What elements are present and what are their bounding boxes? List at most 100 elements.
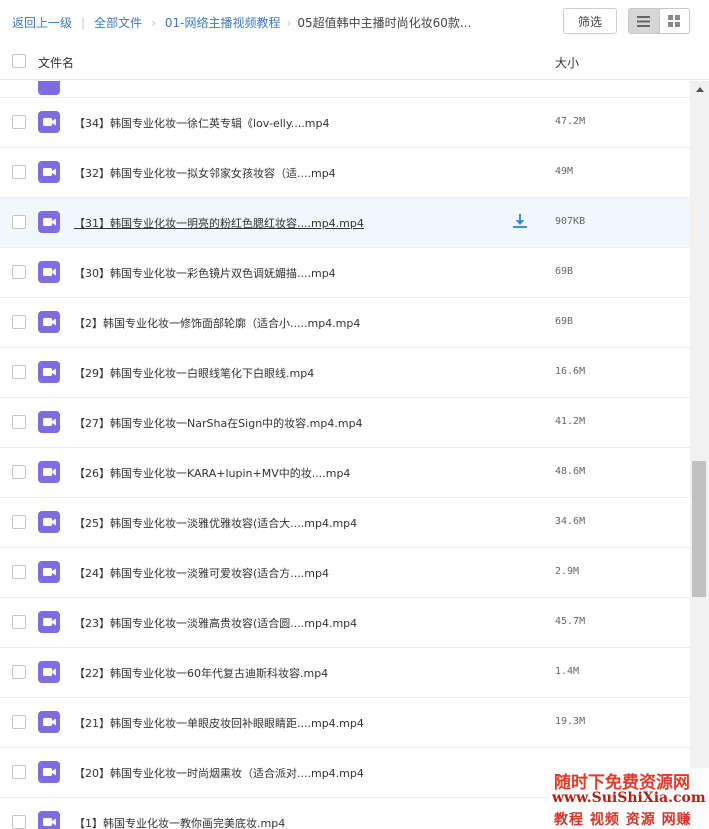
- file-name[interactable]: 【29】韩国专业化妆一白眼线笔化下白眼线.mp4: [74, 365, 314, 381]
- row-checkbox[interactable]: [12, 365, 26, 379]
- back-link[interactable]: 返回上一级: [12, 14, 72, 31]
- breadcrumb-separator: |: [81, 15, 86, 30]
- row-checkbox[interactable]: [12, 665, 26, 679]
- file-name[interactable]: 【31】韩国专业化妆一明亮的粉红色腮红妆容....mp4.mp4: [74, 215, 364, 231]
- file-name[interactable]: 【32】韩国专业化妆一拟女邻家女孩妆容（适....mp4: [74, 165, 336, 181]
- row-checkbox[interactable]: [12, 315, 26, 329]
- file-name[interactable]: 【34】韩国专业化妆一徐仁英专辑《lov-elly....mp4: [74, 115, 329, 131]
- grid-view-button[interactable]: [658, 9, 690, 33]
- list-item[interactable]: 【34】韩国专业化妆一徐仁英专辑《lov-elly....mp4 47.2M: [0, 98, 690, 148]
- list-item[interactable]: 【24】韩国专业化妆一淡雅可爱妆容(适合方....mp4 2.9M: [0, 548, 690, 598]
- list-item[interactable]: 【31】韩国专业化妆一明亮的粉红色腮红妆容....mp4.mp4 907KB: [0, 198, 690, 248]
- row-checkbox[interactable]: [12, 415, 26, 429]
- video-file-icon[interactable]: [38, 411, 60, 433]
- filter-button[interactable]: 筛选: [563, 8, 617, 34]
- file-name[interactable]: 【20】韩国专业化妆一时尚烟熏妆（适合派对....mp4.mp4: [74, 765, 364, 781]
- breadcrumb-all-files[interactable]: 全部文件: [94, 14, 142, 31]
- video-file-icon[interactable]: [38, 561, 60, 583]
- row-checkbox[interactable]: [12, 765, 26, 779]
- name-column-header[interactable]: 文件名: [38, 54, 74, 71]
- scrollbar-thumb[interactable]: [692, 461, 706, 597]
- file-size: 69B: [555, 266, 574, 277]
- video-file-icon: [38, 81, 60, 95]
- video-file-icon[interactable]: [38, 511, 60, 533]
- list-item[interactable]: 【30】韩国专业化妆一彩色镜片双色调妩媚描....mp4 69B: [0, 248, 690, 298]
- list-item[interactable]: 【25】韩国专业化妆一淡雅优雅妆容(适合大....mp4.mp4 34.6M: [0, 498, 690, 548]
- file-name[interactable]: 【23】韩国专业化妆一淡雅高贵妆容(适合圆....mp4.mp4: [74, 615, 357, 631]
- row-checkbox[interactable]: [12, 715, 26, 729]
- file-size: 48.6M: [555, 466, 586, 477]
- list-item[interactable]: 【22】韩国专业化妆一60年代复古迪斯科妆容.mp4 1.4M: [0, 648, 690, 698]
- file-size: 47.2M: [555, 116, 586, 127]
- watermark-line-3: 教程 视频 资源 网赚: [554, 812, 692, 828]
- file-list-header: 文件名 大小: [0, 44, 709, 80]
- watermark-line-2: www.SuiShiXia.com: [552, 790, 706, 806]
- video-file-icon[interactable]: [38, 211, 60, 233]
- row-checkbox[interactable]: [12, 615, 26, 629]
- scroll-up-arrow[interactable]: [690, 81, 709, 98]
- row-checkbox[interactable]: [12, 465, 26, 479]
- file-name[interactable]: 【27】韩国专业化妆一NarSha在Sign中的妆容.mp4.mp4: [74, 415, 363, 431]
- file-name[interactable]: 【30】韩国专业化妆一彩色镜片双色调妩媚描....mp4: [74, 265, 336, 281]
- video-file-icon[interactable]: [38, 761, 60, 783]
- file-size: 1.4M: [555, 666, 580, 677]
- file-name[interactable]: 【2】韩国专业化妆一修饰面部轮廓（适合小.....mp4.mp4: [74, 315, 360, 331]
- select-all-checkbox[interactable]: [12, 54, 26, 68]
- file-name[interactable]: 【21】韩国专业化妆一单眼皮妆回补眼眼睛距....mp4.mp4: [74, 715, 364, 731]
- row-checkbox[interactable]: [12, 515, 26, 529]
- file-size: 34.6M: [555, 516, 586, 527]
- row-checkbox[interactable]: [12, 265, 26, 279]
- video-file-icon[interactable]: [38, 361, 60, 383]
- breadcrumb: 返回上一级 | 全部文件 › 01-网络主播视频教程 › 05超值韩中主播时尚化…: [12, 14, 471, 31]
- video-file-icon[interactable]: [38, 811, 60, 829]
- file-name[interactable]: 【1】韩国专业化妆一教你画完美底妆.mp4: [74, 815, 285, 829]
- video-file-icon[interactable]: [38, 311, 60, 333]
- list-item[interactable]: 【26】韩国专业化妆一KARA+lupin+MV中的妆....mp4 48.6M: [0, 448, 690, 498]
- size-column-header[interactable]: 大小: [555, 54, 579, 71]
- file-size: 41.2M: [555, 416, 586, 427]
- row-checkbox[interactable]: [12, 565, 26, 579]
- file-name[interactable]: 【25】韩国专业化妆一淡雅优雅妆容(适合大....mp4.mp4: [74, 515, 357, 531]
- scrollbar[interactable]: [690, 81, 709, 829]
- list-item[interactable]: 【23】韩国专业化妆一淡雅高贵妆容(适合圆....mp4.mp4 45.7M: [0, 598, 690, 648]
- file-size: 907KB: [555, 216, 586, 227]
- file-size: 45.7M: [555, 616, 586, 627]
- video-file-icon[interactable]: [38, 111, 60, 133]
- file-size: 16.6M: [555, 366, 586, 377]
- row-checkbox[interactable]: [12, 215, 26, 229]
- list-view-button[interactable]: [629, 9, 659, 33]
- file-name[interactable]: 【24】韩国专业化妆一淡雅可爱妆容(适合方....mp4: [74, 565, 329, 581]
- file-name[interactable]: 【26】韩国专业化妆一KARA+lupin+MV中的妆....mp4: [74, 465, 350, 481]
- breadcrumb-separator: ›: [286, 15, 292, 30]
- file-size: 69B: [555, 316, 574, 327]
- video-file-icon[interactable]: [38, 161, 60, 183]
- grid-view-icon: [668, 15, 681, 27]
- top-toolbar: 返回上一级 | 全部文件 › 01-网络主播视频教程 › 05超值韩中主播时尚化…: [0, 0, 709, 44]
- breadcrumb-folder[interactable]: 01-网络主播视频教程: [165, 14, 281, 31]
- video-file-icon[interactable]: [38, 261, 60, 283]
- video-file-icon[interactable]: [38, 661, 60, 683]
- row-checkbox[interactable]: [12, 115, 26, 129]
- view-mode-switch: [628, 8, 690, 34]
- breadcrumb-current-folder: 05超值韩中主播时尚化妆60款...: [297, 16, 472, 30]
- video-file-icon[interactable]: [38, 461, 60, 483]
- video-file-icon[interactable]: [38, 711, 60, 733]
- list-item[interactable]: 【21】韩国专业化妆一单眼皮妆回补眼眼睛距....mp4.mp4 19.3M: [0, 698, 690, 748]
- file-size: 2.9M: [555, 566, 580, 577]
- row-checkbox[interactable]: [12, 165, 26, 179]
- row-checkbox[interactable]: [12, 815, 26, 829]
- list-item[interactable]: 【2】韩国专业化妆一修饰面部轮廓（适合小.....mp4.mp4 69B: [0, 298, 690, 348]
- watermark: 随时下免费资源网 www.SuiShiXia.com 教程 视频 资源 网赚: [548, 768, 709, 829]
- video-file-icon[interactable]: [38, 611, 60, 633]
- file-size: 19.3M: [555, 716, 586, 727]
- file-size: 49M: [555, 166, 574, 177]
- file-name[interactable]: 【22】韩国专业化妆一60年代复古迪斯科妆容.mp4: [74, 665, 328, 681]
- file-list: 【34】韩国专业化妆一徐仁英专辑《lov-elly....mp4 47.2M 【32…: [0, 81, 690, 829]
- list-item[interactable]: 【29】韩国专业化妆一白眼线笔化下白眼线.mp4 16.6M: [0, 348, 690, 398]
- list-item[interactable]: 【27】韩国专业化妆一NarSha在Sign中的妆容.mp4.mp4 41.2M: [0, 398, 690, 448]
- file-list-rows: 【34】韩国专业化妆一徐仁英专辑《lov-elly....mp4 47.2M 【32…: [0, 81, 690, 829]
- download-icon[interactable]: [511, 212, 529, 230]
- list-item[interactable]: 【32】韩国专业化妆一拟女邻家女孩妆容（适....mp4 49M: [0, 148, 690, 198]
- list-item-partial[interactable]: [0, 81, 690, 98]
- list-view-icon: [637, 15, 651, 27]
